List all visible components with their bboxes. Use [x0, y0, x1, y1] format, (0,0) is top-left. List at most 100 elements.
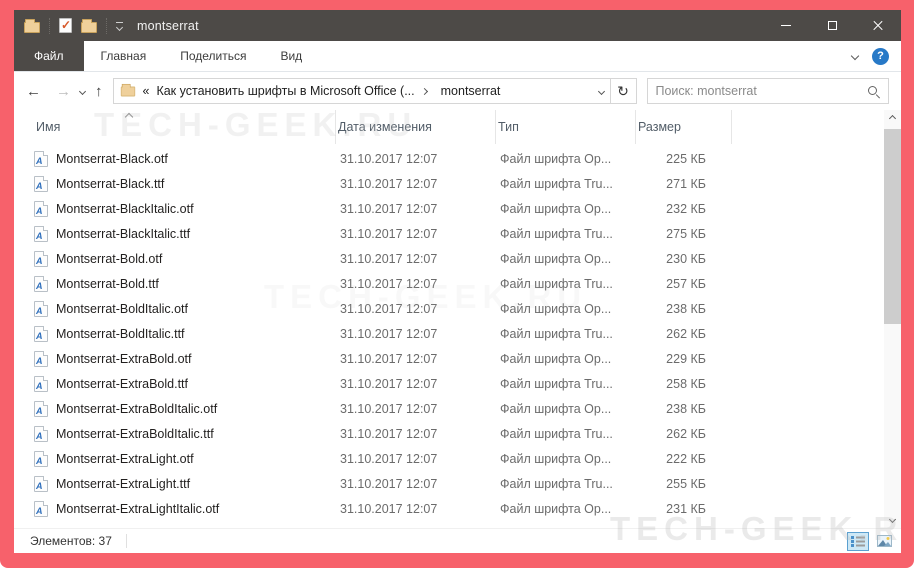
table-row[interactable]: Montserrat-ExtraLight.otf 31.10.2017 12:…	[14, 446, 901, 471]
font-file-icon	[34, 475, 48, 492]
thumbnails-view-button[interactable]	[873, 532, 895, 551]
font-file-icon	[34, 300, 48, 317]
file-list-area: Имя Дата изменения Тип Размер Montserrat…	[14, 110, 901, 528]
table-row[interactable]: Montserrat-ExtraLight.ttf 31.10.2017 12:…	[14, 471, 901, 496]
help-icon[interactable]: ?	[872, 47, 889, 65]
properties-check-icon[interactable]	[59, 18, 72, 33]
breadcrumb-parent-folder[interactable]: Как установить шрифты в Microsoft Office…	[156, 84, 414, 98]
file-date-modified: 31.10.2017 12:07	[340, 501, 438, 516]
table-row[interactable]: Montserrat-BoldItalic.otf 31.10.2017 12:…	[14, 296, 901, 321]
column-header-name[interactable]: Имя	[34, 110, 336, 144]
maximize-icon	[827, 21, 837, 30]
file-name: Montserrat-BoldItalic.otf	[56, 301, 188, 316]
file-date-modified: 31.10.2017 12:07	[340, 376, 438, 391]
table-row[interactable]: Montserrat-ExtraBoldItalic.ttf 31.10.201…	[14, 421, 901, 446]
column-header-size[interactable]: Размер	[636, 110, 732, 144]
scroll-up-button[interactable]	[884, 110, 901, 127]
table-row[interactable]: Montserrat-BlackItalic.otf 31.10.2017 12…	[14, 196, 901, 221]
file-size: 275 КБ	[666, 226, 706, 241]
file-date-modified: 31.10.2017 12:07	[340, 176, 438, 191]
table-row[interactable]: Montserrat-ExtraBoldItalic.otf 31.10.201…	[14, 396, 901, 421]
file-date-modified: 31.10.2017 12:07	[340, 476, 438, 491]
breadcrumb-current-folder[interactable]: montserrat	[441, 84, 501, 98]
new-folder-icon[interactable]	[81, 18, 97, 33]
navigation-bar: ← → ↑ « Как установить шрифты в Microsof…	[14, 72, 901, 110]
separator	[125, 534, 127, 548]
file-size: 238 КБ	[666, 401, 706, 416]
search-input[interactable]	[655, 84, 867, 98]
scrollbar-track[interactable]	[884, 127, 901, 511]
file-name: Montserrat-ExtraLight.ttf	[56, 476, 191, 491]
search-icon[interactable]	[867, 85, 880, 98]
customize-qat-dropdown[interactable]	[115, 21, 124, 31]
font-file-icon	[34, 275, 48, 292]
file-name: Montserrat-ExtraBoldItalic.ttf	[56, 426, 214, 441]
table-row[interactable]: Montserrat-Bold.ttf 31.10.2017 12:07 Фай…	[14, 271, 901, 296]
table-row[interactable]: Montserrat-Black.otf 31.10.2017 12:07 Фа…	[14, 146, 901, 171]
file-type: Файл шрифта Tru...	[500, 326, 613, 341]
file-name: Montserrat-Bold.otf	[56, 251, 163, 266]
file-size: 225 КБ	[666, 151, 706, 166]
font-file-icon	[34, 150, 48, 167]
column-header-row: Имя Дата изменения Тип Размер	[14, 110, 901, 144]
table-row[interactable]: Montserrat-ExtraBold.ttf 31.10.2017 12:0…	[14, 371, 901, 396]
file-name: Montserrat-BlackItalic.otf	[56, 201, 194, 216]
back-button[interactable]: ←	[26, 84, 41, 99]
file-size: 262 КБ	[666, 426, 706, 441]
vertical-scrollbar[interactable]	[884, 110, 901, 528]
address-bar[interactable]: « Как установить шрифты в Microsoft Offi…	[112, 78, 611, 104]
column-header-date[interactable]: Дата изменения	[336, 110, 496, 144]
expand-ribbon-chevron-icon[interactable]	[850, 51, 860, 61]
tab-file[interactable]: Файл	[14, 41, 84, 71]
tab-home[interactable]: Главная	[84, 41, 164, 71]
file-type: Файл шрифта Op...	[500, 451, 612, 466]
font-file-icon	[34, 450, 48, 467]
table-row[interactable]: Montserrat-Bold.otf 31.10.2017 12:07 Фай…	[14, 246, 901, 271]
close-button[interactable]	[855, 10, 901, 41]
scrollbar-thumb[interactable]	[884, 129, 901, 324]
table-row[interactable]: Montserrat-ExtraLightItalic.otf 31.10.20…	[14, 496, 901, 521]
up-button[interactable]: ↑	[95, 84, 103, 99]
maximize-button[interactable]	[809, 10, 855, 41]
separator	[106, 17, 107, 34]
view-toggles	[847, 531, 895, 551]
chevron-right-icon	[420, 87, 428, 95]
file-size: 230 КБ	[666, 251, 706, 266]
file-name: Montserrat-BlackItalic.ttf	[56, 226, 191, 241]
folder-icon	[120, 83, 135, 96]
forward-button[interactable]: →	[56, 84, 71, 99]
table-row[interactable]: Montserrat-BlackItalic.ttf 31.10.2017 12…	[14, 221, 901, 246]
file-type: Файл шрифта Op...	[500, 151, 612, 166]
file-size: 231 КБ	[666, 501, 706, 516]
details-view-button[interactable]	[847, 531, 869, 551]
file-name: Montserrat-ExtraLightItalic.otf	[56, 501, 220, 516]
file-date-modified: 31.10.2017 12:07	[340, 326, 438, 341]
table-row[interactable]: Montserrat-BoldItalic.ttf 31.10.2017 12:…	[14, 321, 901, 346]
column-header-type[interactable]: Тип	[496, 110, 636, 144]
file-size: 229 КБ	[666, 351, 706, 366]
file-name: Montserrat-ExtraBoldItalic.otf	[56, 401, 218, 416]
tab-view[interactable]: Вид	[263, 41, 319, 71]
file-size: 258 КБ	[666, 376, 706, 391]
file-type: Файл шрифта Tru...	[500, 476, 613, 491]
file-type: Файл шрифта Tru...	[500, 176, 613, 191]
thumbnails-view-icon	[876, 535, 892, 547]
table-row[interactable]: Montserrat-Black.ttf 31.10.2017 12:07 Фа…	[14, 171, 901, 196]
file-rows: Montserrat-Black.otf 31.10.2017 12:07 Фа…	[14, 144, 901, 528]
tab-share[interactable]: Поделиться	[163, 41, 263, 71]
file-type: Файл шрифта Tru...	[500, 226, 613, 241]
minimize-button[interactable]	[763, 10, 809, 41]
file-type: Файл шрифта Op...	[500, 501, 612, 516]
scroll-down-button[interactable]	[884, 511, 901, 528]
font-file-icon	[34, 500, 48, 517]
table-row[interactable]: Montserrat-ExtraBold.otf 31.10.2017 12:0…	[14, 346, 901, 371]
refresh-button[interactable]: ↻	[610, 78, 637, 104]
details-view-icon	[851, 535, 865, 547]
breadcrumb-truncation[interactable]: «	[143, 84, 150, 98]
address-dropdown-chevron-icon[interactable]	[597, 87, 605, 95]
window-controls	[763, 10, 901, 41]
recent-locations-chevron-icon[interactable]	[78, 87, 87, 95]
items-count: Элементов: 37	[30, 534, 112, 548]
file-type: Файл шрифта Tru...	[500, 426, 613, 441]
screenshot-red-frame: montserrat Файл Главная Поделиться Вид ?…	[0, 0, 914, 568]
